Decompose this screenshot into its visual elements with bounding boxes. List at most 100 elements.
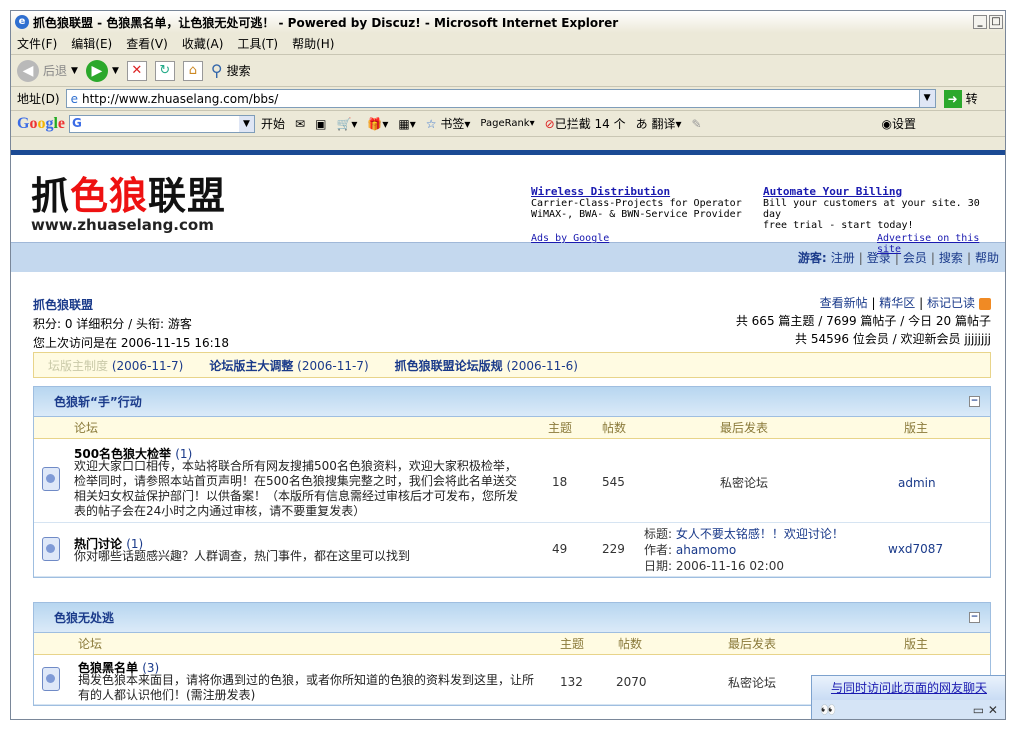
site-header: 抓色狼联盟 www.zhuaselang.com Wireless Distri… — [11, 150, 1005, 255]
guest-label: 游客: — [797, 251, 827, 265]
topic-count: 49 — [552, 542, 568, 556]
ad-2-link[interactable]: Automate Your Billing — [763, 185, 902, 198]
advertise-link[interactable]: Advertise on this site — [877, 233, 1001, 255]
translate-button[interactable]: あ 翻译▾ — [636, 115, 682, 132]
col-last-post: 最后发表 — [728, 637, 777, 651]
go-arrow-icon[interactable]: ➜ — [943, 89, 962, 108]
forward-arrow-icon: ▶ — [85, 59, 108, 82]
google-toolbar: Google G ▼ 开始 ✉ ▣ 🛒▾ 🎁▾ ▦▾ ☆ 书签▾ PageRan… — [11, 111, 1005, 137]
rss-icon[interactable] — [979, 297, 991, 310]
google-g-icon: G — [72, 115, 82, 130]
user-info-left: 抓色狼联盟 积分: 0 详细积分 / 头衔: 游客 您上次访问是在 2006-1… — [33, 296, 229, 353]
menu-file[interactable]: 文件(F) — [17, 35, 57, 52]
gift-icon[interactable]: 🎁▾ — [367, 117, 388, 131]
shopping-cart-icon[interactable]: 🛒▾ — [336, 117, 357, 131]
announcement-2[interactable]: 论坛版主大调整 (2006-11-7) — [209, 357, 368, 374]
points-line: 积分: 0 详细积分 / 头衔: 游客 — [33, 317, 192, 331]
site-logo[interactable]: 抓色狼联盟 www.zhuaselang.com — [31, 165, 226, 234]
menu-view[interactable]: 查看(V) — [126, 35, 168, 52]
page-content: 抓色狼联盟 www.zhuaselang.com Wireless Distri… — [11, 150, 1005, 719]
ad-1-link[interactable]: Wireless Distribution — [531, 185, 670, 198]
column-header: 论坛 主题 帖数 最后发表 版主 — [34, 633, 990, 655]
column-header: 论坛 主题 帖数 最后发表 版主 — [34, 417, 990, 439]
settings-icon: ◉ — [881, 117, 893, 131]
chat-popup-controls[interactable]: ▭ ✕ — [973, 703, 998, 717]
forward-button[interactable]: ▶ ▼ — [85, 59, 119, 82]
chat-link[interactable]: 与同时访问此页面的网友聊天 — [812, 676, 1005, 700]
go-label[interactable]: 转 — [966, 90, 978, 107]
post-count: 2070 — [616, 675, 647, 689]
menu-bar: 文件(F) 编辑(E) 查看(V) 收藏(A) 工具(T) 帮助(H) — [11, 33, 1005, 55]
mark-read-link[interactable]: 标记已读 — [927, 296, 975, 310]
col-topics: 主题 — [548, 421, 573, 435]
google-logo: Google — [17, 114, 66, 132]
stop-button[interactable]: ✕ — [126, 60, 147, 81]
chevron-down-icon: ▼ — [111, 65, 119, 76]
logo-text-3: 联盟 — [148, 174, 227, 218]
logo-url: www.zhuaselang.com — [31, 216, 214, 234]
refresh-button[interactable]: ↻ — [154, 60, 175, 81]
nav-register[interactable]: 注册 — [831, 249, 855, 266]
col-last-post: 最后发表 — [720, 421, 769, 435]
ads-by-google-link[interactable]: Ads by Google — [531, 233, 609, 244]
address-url: http://www.zhuaselang.com/bbs/ — [82, 91, 279, 106]
news-icon[interactable]: ▣ — [315, 117, 326, 131]
ie-logo-icon: e — [15, 15, 29, 29]
logo-text-1: 抓 — [31, 174, 71, 218]
ad-2-line1: Bill your customers at your site. 30 day — [763, 198, 980, 220]
home-icon: ⌂ — [182, 60, 203, 81]
logo-text-2: 色狼 — [70, 174, 149, 218]
star-icon: ☆ — [425, 117, 437, 131]
home-button[interactable]: ⌂ — [182, 60, 203, 81]
col-posts: 帖数 — [618, 637, 643, 651]
refresh-icon: ↻ — [154, 60, 175, 81]
section-title[interactable]: 色狼无处逃 — [54, 609, 114, 626]
pen-icon[interactable]: ✎ — [691, 117, 701, 131]
settings-button[interactable]: ◉设置 — [882, 115, 917, 132]
address-input[interactable]: e http://www.zhuaselang.com/bbs/ ▼ — [65, 89, 936, 108]
popup-blocker-button[interactable]: ⊘已拦截 14 个 — [545, 115, 626, 132]
chevron-down-icon[interactable]: ▼ — [918, 90, 935, 107]
last-post: 私密论坛 — [720, 476, 769, 490]
bookmark-label: 书签 — [440, 117, 465, 131]
pagerank-label: PageRank — [480, 118, 530, 129]
new-posts-link[interactable]: 查看新帖 — [820, 296, 868, 310]
page-icon: e — [70, 91, 78, 106]
col-forum: 论坛 — [74, 421, 99, 435]
collapse-icon[interactable]: − — [969, 396, 980, 407]
gmail-icon[interactable]: ✉ — [295, 117, 305, 131]
moderator-link[interactable]: admin — [898, 476, 936, 490]
announcement-1[interactable]: 坛版主制度 (2006-11-7) — [48, 357, 183, 374]
search-button[interactable]: ⚲ 搜索 — [211, 61, 251, 80]
announcement-3[interactable]: 抓色狼联盟论坛版规 (2006-11-6) — [395, 357, 578, 374]
section-title[interactable]: 色狼斩“手”行动 — [54, 393, 142, 410]
last-post-author-link[interactable]: ahamomo — [676, 543, 736, 557]
menu-edit[interactable]: 编辑(E) — [71, 35, 112, 52]
stats-line-1: 共 665 篇主题 / 7699 篇帖子 / 今日 20 篇帖子 — [735, 314, 991, 328]
ad-2: Automate Your Billing Bill your customer… — [763, 185, 993, 231]
menu-tools[interactable]: 工具(T) — [237, 35, 278, 52]
forum-name-link[interactable]: 抓色狼联盟 — [33, 296, 229, 315]
moderator-link[interactable]: wxd7087 — [888, 542, 943, 556]
forum-icon — [42, 537, 60, 561]
digest-link[interactable]: 精华区 — [879, 296, 915, 310]
maximize-button[interactable]: □ — [989, 15, 1003, 29]
bookmark-button[interactable]: ☆ 书签▾ — [426, 115, 471, 132]
tools-icon[interactable]: ▦▾ — [398, 117, 415, 131]
last-post-title-link[interactable]: 女人不要太铭感！！欢迎讨论！ — [676, 527, 844, 541]
settings-label: 设置 — [892, 117, 917, 131]
chevron-down-icon[interactable]: ▼ — [239, 115, 255, 132]
col-posts: 帖数 — [602, 421, 627, 435]
google-search-input[interactable]: G ▼ — [69, 114, 256, 133]
google-start-button[interactable]: 开始 — [261, 115, 285, 132]
back-button[interactable]: ◀ 后退 ▼ — [17, 59, 78, 82]
minimize-button[interactable]: _ — [973, 15, 987, 29]
menu-help[interactable]: 帮助(H) — [292, 35, 334, 52]
browser-window: e 抓色狼联盟 - 色狼黑名单，让色狼无处可逃！ - Powered by Di… — [10, 10, 1006, 720]
block-icon: ⊘ — [544, 117, 555, 131]
menu-favorites[interactable]: 收藏(A) — [182, 35, 224, 52]
pagerank-button[interactable]: PageRank▾ — [480, 118, 534, 129]
collapse-icon[interactable]: − — [969, 612, 980, 623]
forum-desc: 揭发色狼本来面目，请将你遇到过的色狼，或者你所知道的色狼的资料发到这里，让所有的… — [78, 673, 535, 702]
ad-1-line1: Carrier-Class-Projects for Operator — [531, 198, 742, 209]
